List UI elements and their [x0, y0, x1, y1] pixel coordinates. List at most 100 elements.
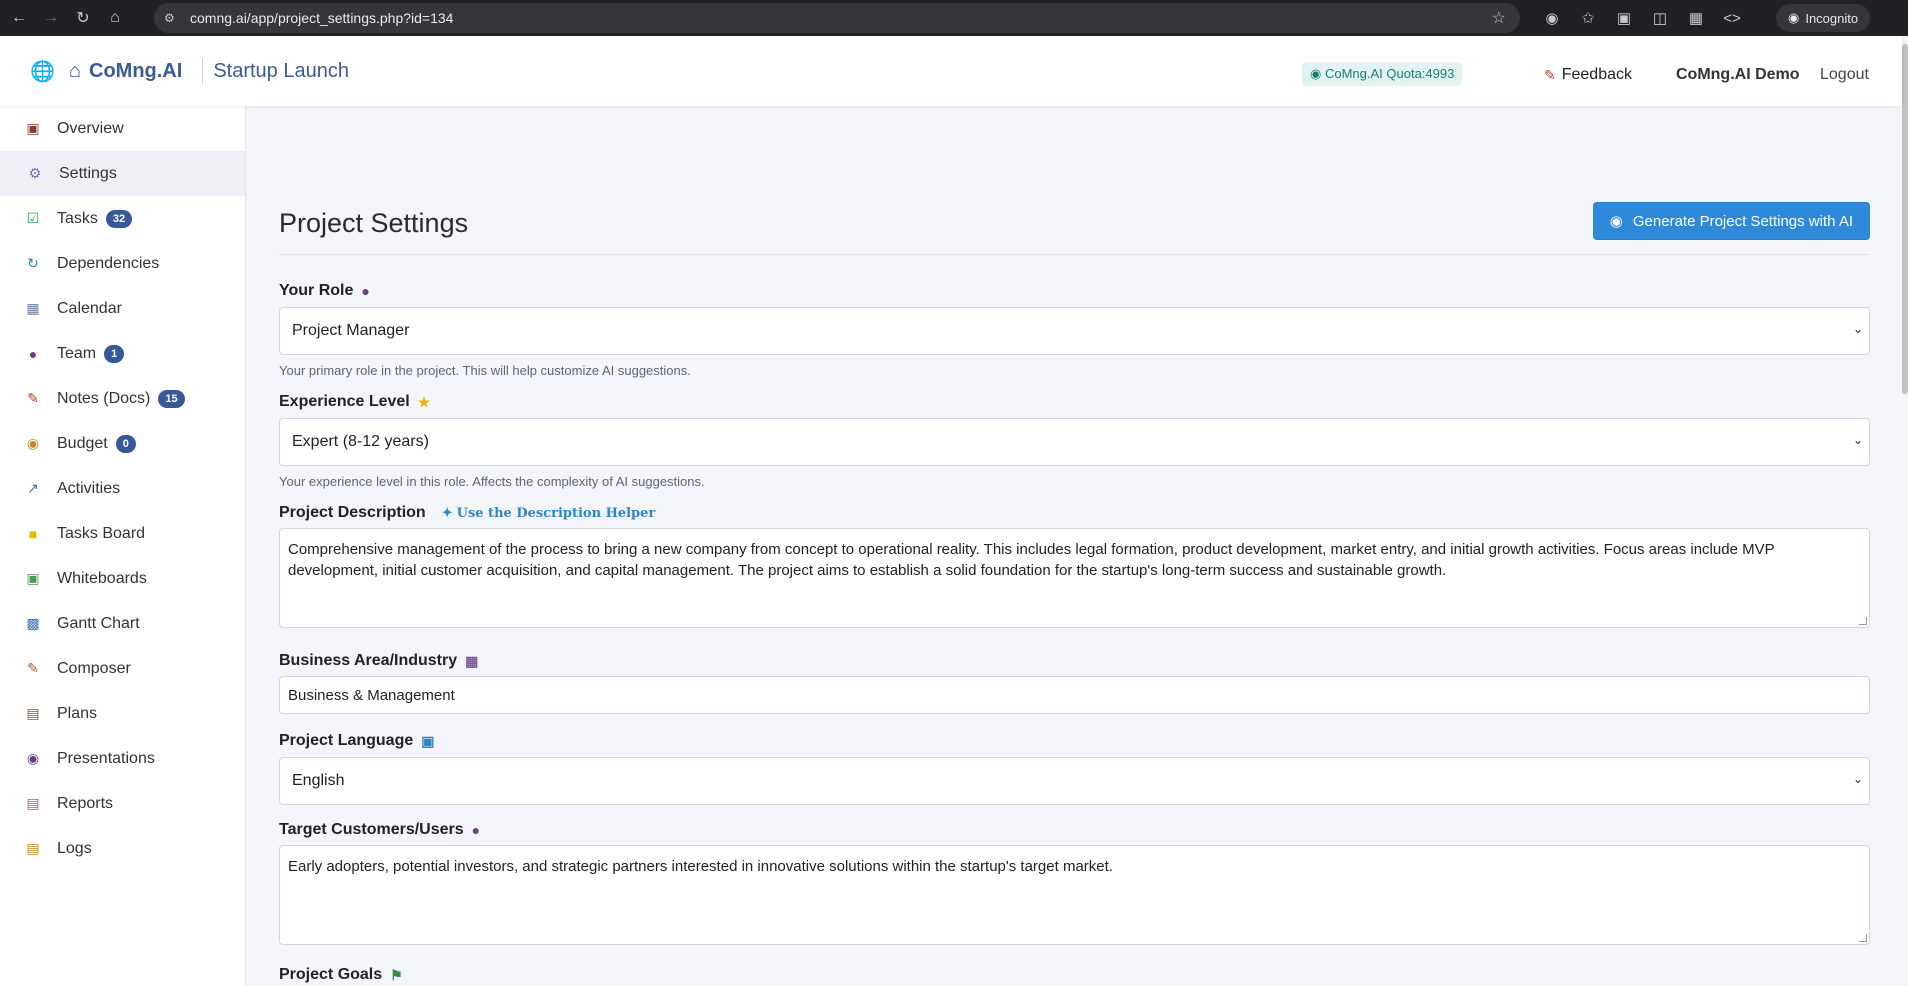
sidebar-item-activities[interactable]: ↗ Activities	[0, 466, 245, 511]
sidebar-item-tasks[interactable]: ☑ Tasks 32	[0, 196, 245, 241]
page-scrollbar[interactable]	[1902, 44, 1908, 394]
resize-handle[interactable]	[1859, 934, 1867, 942]
incognito-extension-icon[interactable]: ◉	[1540, 6, 1564, 30]
incognito-icon: ◉	[1788, 10, 1800, 25]
sidebar-item-notes[interactable]: ✎ Notes (Docs) 15	[0, 376, 245, 421]
gear-icon: ⚙	[28, 165, 42, 181]
language-select[interactable]: English ⌄	[279, 757, 1870, 805]
chevron-down-icon: ⌄	[1852, 772, 1863, 786]
language-label: Project Language ▣	[279, 732, 1870, 750]
description-label: Project Description ✦ Use the Descriptio…	[279, 504, 1870, 522]
people-icon: ●	[28, 345, 38, 362]
favorites-icon[interactable]: ✩	[1576, 6, 1600, 30]
abc-icon: ▣	[421, 732, 435, 749]
logout-link[interactable]: Logout	[1820, 66, 1869, 84]
customers-field: Target Customers/Users ● Early adopters,…	[279, 821, 1870, 945]
sidebar-item-label: Calendar	[57, 299, 122, 317]
brand: 🌐 ⌂ CoMng.AI Startup Launch	[30, 58, 349, 84]
industry-value: Business & Management	[288, 686, 455, 704]
forward-icon[interactable]: →	[38, 5, 64, 31]
sidebar-item-presentations[interactable]: ◉ Presentations	[0, 736, 245, 781]
brand-divider	[202, 58, 204, 84]
sidebar-item-reports[interactable]: ▤ Reports	[0, 781, 245, 826]
sidebar-item-gantt-chart[interactable]: ▩ Gantt Chart	[0, 601, 245, 646]
user-name[interactable]: CoMng.AI Demo	[1676, 66, 1800, 84]
feedback-link[interactable]: ✎ Feedback	[1544, 66, 1632, 84]
browser-toolbar: ← → ↻ ⌂ ⚙ comng.ai/app/project_settings.…	[0, 0, 1908, 36]
customers-text: Early adopters, potential investors, and…	[288, 858, 1113, 875]
sidebar-item-whiteboards[interactable]: ▣ Whiteboards	[0, 556, 245, 601]
bookmark-star-icon[interactable]: ☆	[1492, 8, 1506, 28]
sidebar-item-logs[interactable]: ▤ Logs	[0, 826, 245, 871]
sidebar-item-label: Overview	[57, 119, 124, 137]
extension-icon[interactable]: ▣	[1612, 6, 1636, 30]
robot-icon: ◉	[1310, 66, 1322, 81]
tasks-count-badge: 32	[105, 209, 133, 228]
url-text[interactable]: comng.ai/app/project_settings.php?id=134	[190, 10, 453, 26]
industry-input[interactable]: Business & Management	[279, 676, 1870, 714]
language-select-value: English	[292, 772, 345, 789]
picture-icon: ▣	[26, 570, 40, 586]
person-icon: ●	[361, 283, 370, 299]
sidebar-item-label: Whiteboards	[57, 569, 147, 587]
sidebar-item-label: Settings	[59, 164, 117, 182]
sidebar-item-calendar[interactable]: ▦ Calendar	[0, 286, 245, 331]
sidebar-item-label: Gantt Chart	[57, 614, 140, 632]
sidebar-item-composer[interactable]: ✎ Composer	[0, 646, 245, 691]
sidebar-item-overview[interactable]: ▣ Overview	[0, 106, 245, 151]
description-textarea[interactable]: Comprehensive management of the process …	[279, 528, 1870, 628]
sidebar-item-plans[interactable]: ▤ Plans	[0, 691, 245, 736]
description-helper-text: Use the Description Helper	[456, 505, 656, 521]
budget-count-badge: 0	[115, 434, 136, 453]
page-title: Project Settings	[279, 208, 469, 238]
home-icon[interactable]: ⌂	[69, 60, 81, 83]
apps-grid-icon[interactable]: ▦	[1684, 6, 1708, 30]
home-icon[interactable]: ⌂	[102, 5, 128, 31]
experience-select[interactable]: Expert (8-12 years) ⌄	[279, 418, 1870, 466]
chevron-down-icon: ⌄	[1852, 433, 1863, 447]
address-bar[interactable]: ⚙ comng.ai/app/project_settings.php?id=1…	[154, 3, 1520, 33]
sidebar-item-label: Logs	[57, 839, 92, 857]
project-name[interactable]: Startup Launch	[213, 60, 349, 83]
app-header: 🌐 ⌂ CoMng.AI Startup Launch ◉ CoMng.AI Q…	[0, 36, 1902, 106]
notes-count-badge: 15	[158, 389, 185, 408]
customers-textarea[interactable]: Early adopters, potential investors, and…	[279, 845, 1870, 945]
reading-view-icon[interactable]: ◫	[1648, 6, 1672, 30]
sidebar-item-dependencies[interactable]: ↻ Dependencies	[0, 241, 245, 286]
sidebar-item-team[interactable]: ● Team 1	[0, 331, 245, 376]
sidebar: ▣ Overview ⚙ Settings ☑ Tasks 32 ↻ Depen…	[0, 106, 246, 986]
brand-name[interactable]: CoMng.AI	[89, 60, 182, 83]
sticky-note-icon: ■	[28, 525, 38, 542]
incognito-badge[interactable]: ◉ Incognito	[1776, 4, 1871, 32]
sidebar-item-label: Budget	[57, 434, 108, 452]
sidebar-item-label: Reports	[57, 794, 114, 812]
sidebar-item-budget[interactable]: ◉ Budget 0	[0, 421, 245, 466]
sidebar-item-tasks-board[interactable]: ■ Tasks Board	[0, 511, 245, 556]
pencil-paper-icon: ✎	[27, 660, 39, 676]
generate-settings-button[interactable]: ◉ Generate Project Settings with AI	[1592, 202, 1870, 240]
money-bag-icon: ◉	[26, 435, 40, 451]
language-field: Project Language ▣ English ⌄	[279, 732, 1870, 805]
description-field: Project Description ✦ Use the Descriptio…	[279, 504, 1870, 628]
description-helper-link[interactable]: ✦ Use the Description Helper	[442, 506, 656, 521]
site-info-icon[interactable]: ⚙	[164, 11, 184, 25]
role-select[interactable]: Project Manager ⌄	[279, 307, 1870, 355]
star-icon: ★	[417, 393, 431, 410]
industry-label-text: Business Area/Industry	[279, 652, 458, 669]
customers-label: Target Customers/Users ●	[279, 821, 1870, 839]
experience-field: Experience Level ★ Expert (8-12 years) ⌄…	[279, 393, 1870, 489]
dev-code-icon[interactable]: <>	[1720, 6, 1744, 30]
memo-icon: ✎	[27, 390, 39, 406]
sidebar-item-label: Notes (Docs)	[57, 389, 151, 407]
reload-icon[interactable]: ↻	[70, 5, 96, 31]
memo-icon: ✎	[1544, 66, 1556, 83]
role-select-value: Project Manager	[292, 322, 410, 339]
resize-handle[interactable]	[1859, 617, 1867, 625]
sidebar-item-label: Tasks	[57, 209, 98, 227]
industry-field: Business Area/Industry ▦ Business & Mana…	[279, 652, 1870, 714]
globe-icon[interactable]: 🌐	[30, 59, 55, 84]
customers-label-text: Target Customers/Users	[279, 821, 464, 838]
back-icon[interactable]: ←	[6, 5, 32, 31]
main-content: Project Settings ◉ Generate Project Sett…	[279, 200, 1870, 983]
sidebar-item-settings[interactable]: ⚙ Settings	[0, 151, 245, 196]
